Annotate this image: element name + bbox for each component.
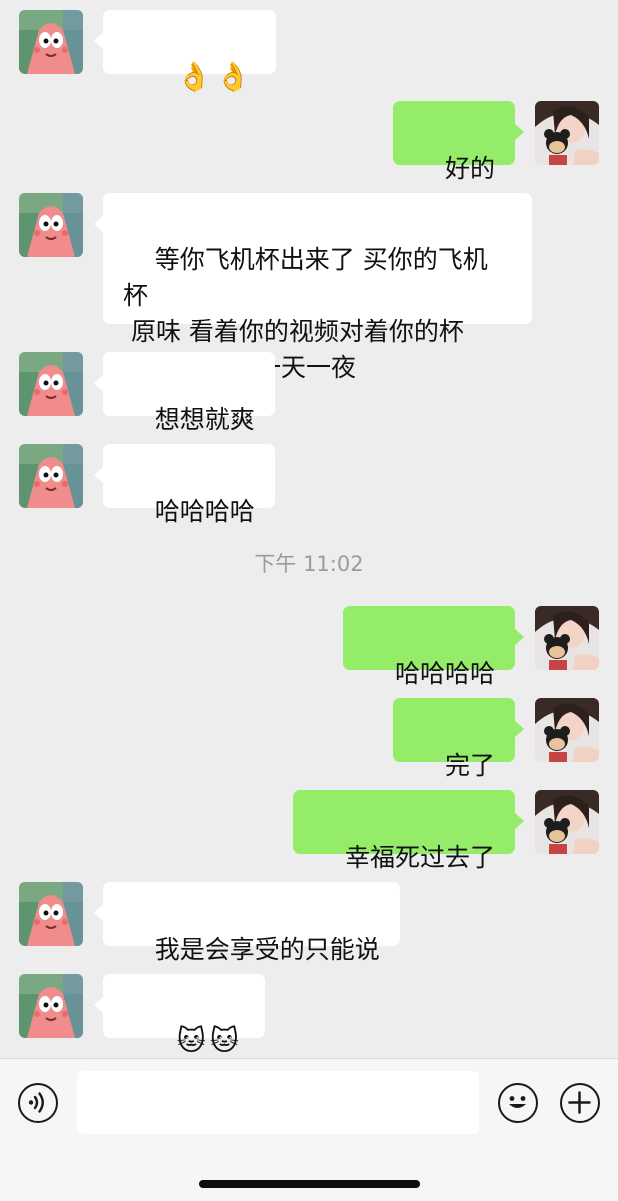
self-avatar[interactable] <box>535 606 599 670</box>
message-bubble-incoming[interactable]: 我是会享受的只能说 <box>94 882 400 964</box>
emoji-button[interactable] <box>498 1083 538 1123</box>
avatar-image <box>19 444 83 508</box>
message-text: 哈哈哈哈 <box>394 659 495 688</box>
message-bubble-incoming[interactable]: 等你飞机杯出来了 买你的飞机杯 原味 看着你的视频对着你的杯 子 原味冲上一天一… <box>94 193 532 382</box>
message-bubble-incoming[interactable]: 🐱🐱 <box>94 974 265 1057</box>
emoji-icon <box>509 1096 526 1108</box>
avatar-image <box>19 193 83 257</box>
message-timestamp: 下午 11:02 <box>254 552 364 576</box>
contact-avatar[interactable] <box>19 974 83 1038</box>
more-button[interactable] <box>560 1083 600 1123</box>
message-text: 🐱🐱 <box>176 1024 243 1057</box>
avatar-image <box>19 352 83 416</box>
voice-button[interactable] <box>18 1083 58 1123</box>
message-bubble-outgoing[interactable]: 完了 <box>393 698 524 780</box>
avatar-image <box>535 790 599 854</box>
message-bubble-outgoing[interactable]: 哈哈哈哈 <box>343 606 524 688</box>
chat-area[interactable]: 👌👌 好的 等你飞机杯出来了 买你的飞机杯 原味 看着你的视频对着你的杯 子 原… <box>0 0 618 1058</box>
message-bubble-outgoing[interactable]: 幸福死过去了 <box>293 790 524 872</box>
message-text: 想想就爽 <box>154 405 255 434</box>
message-bubble-incoming[interactable]: 👌👌 <box>93 10 277 93</box>
message-text: 我是会享受的只能说 <box>154 935 380 964</box>
voice-icon <box>28 1092 44 1113</box>
home-indicator[interactable] <box>199 1180 420 1188</box>
avatar-image <box>535 698 599 762</box>
self-avatar[interactable] <box>535 101 599 165</box>
avatar-image <box>535 101 599 165</box>
message-text: 哈哈哈哈 <box>154 497 255 526</box>
avatar-image <box>535 606 599 670</box>
contact-avatar[interactable] <box>19 352 83 416</box>
message-bubble-outgoing[interactable]: 好的 <box>393 101 524 183</box>
avatar-image <box>19 974 83 1038</box>
self-avatar[interactable] <box>535 698 599 762</box>
contact-avatar[interactable] <box>19 193 83 257</box>
contact-avatar[interactable] <box>19 444 83 508</box>
message-input[interactable] <box>77 1071 479 1134</box>
message-bubble-incoming[interactable]: 想想就爽 <box>94 352 275 434</box>
input-bar <box>0 1058 618 1201</box>
plus-icon <box>568 1091 591 1114</box>
message-text: 好的 <box>444 154 495 183</box>
contact-avatar[interactable] <box>19 882 83 946</box>
self-avatar[interactable] <box>535 790 599 854</box>
message-text: 幸福死过去了 <box>344 843 495 872</box>
avatar-image <box>19 10 83 74</box>
contact-avatar[interactable] <box>19 10 83 74</box>
message-bubble-incoming[interactable]: 哈哈哈哈 <box>94 444 275 526</box>
avatar-image <box>19 882 83 946</box>
message-text: 完了 <box>444 751 495 780</box>
message-text: 👌👌 <box>176 60 255 93</box>
